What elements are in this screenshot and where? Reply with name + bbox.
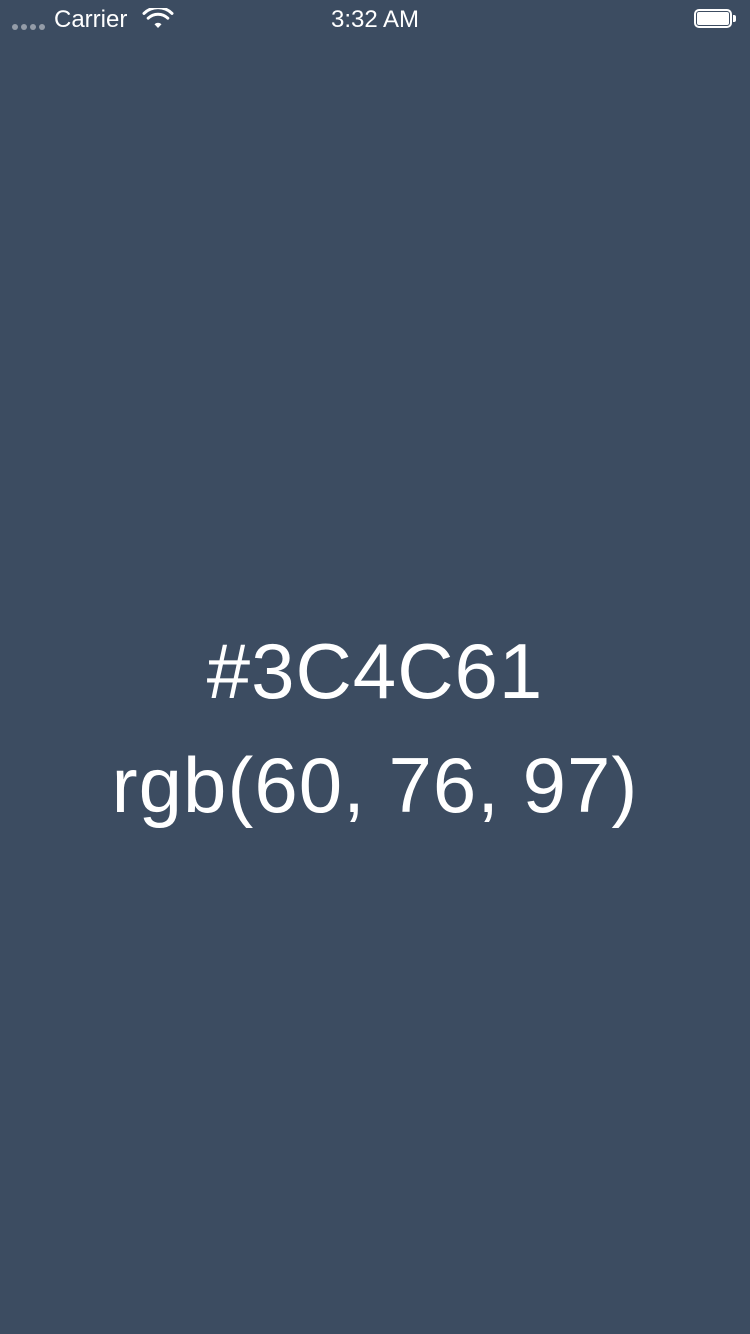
battery-icon	[694, 9, 736, 30]
status-bar: Carrier 3:32 AM	[0, 0, 750, 40]
status-time: 3:32 AM	[330, 6, 420, 33]
rgb-value-label: rgb(60, 76, 97)	[111, 741, 639, 829]
color-screen: Carrier 3:32 AM #3C4C61 rgb(60, 76, 97)	[0, 0, 750, 1334]
color-info: #3C4C61 rgb(60, 76, 97)	[0, 625, 750, 831]
hex-code-label: #3C4C61	[206, 627, 544, 715]
